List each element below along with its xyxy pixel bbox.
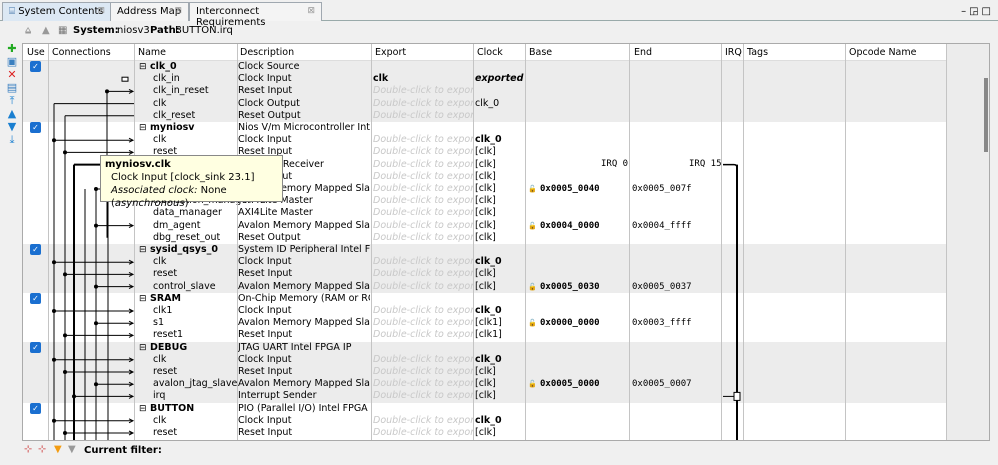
connection-dot [63,272,67,277]
clear-filter-icon[interactable]: ▼ [68,444,76,455]
tab-interconnect-requirements[interactable]: Interconnect Requirements ⊠ [189,2,322,28]
tooltip: myniosv.clk Clock Input [clock_sink 23.1… [100,155,283,209]
clock-port-icon [121,76,129,82]
remove-icon[interactable]: ✕ [4,68,20,81]
window-controls: –◲□ [961,6,994,17]
tab-address-map[interactable]: Address Map ⊠ [110,2,189,21]
move-up-icon[interactable]: ▲ [4,107,20,120]
connection-dot [94,321,98,326]
hide-signals-icon[interactable]: ⊹ [38,444,46,455]
irq-start-label: IRQ 0 [601,159,629,169]
move-down-icon[interactable]: ▼ [4,120,20,133]
connection-dot [94,284,98,289]
move-bottom-icon[interactable]: ⤓ [4,133,20,146]
connection-dot [63,370,67,374]
connection-dot [72,394,76,399]
close-tab-icon[interactable]: ⊠ [174,6,182,16]
irq-connection-marker [733,391,741,401]
connections-diagram[interactable] [23,44,947,441]
add-component-icon[interactable]: ▣ [4,55,20,68]
connection-dot [63,150,67,155]
show-signals-icon[interactable]: ⊹ [24,444,32,455]
connection-dot [105,89,109,94]
connection-line [723,163,738,168]
connection-dot [94,382,98,387]
detach-icon[interactable]: ◲ [969,6,981,17]
irq-end-label: IRQ 15 [689,159,722,169]
system-icon: ⌸ [9,6,15,17]
connection-dot [52,309,56,313]
connection-dot [94,187,98,191]
system-chip-icon: ▦ [58,25,68,36]
close-tab-icon[interactable]: ⊠ [307,6,315,16]
tab-bar: ⌸ System Contents ⊠ Address Map ⊠ Intercon… [0,0,998,28]
maximize-icon[interactable]: □ [982,6,994,17]
connection-dot [63,431,67,435]
move-top-icon[interactable]: ⤒ [4,94,20,107]
vertical-scrollbar[interactable] [984,78,988,152]
tab-system-contents[interactable]: ⌸ System Contents ⊠ [2,2,112,21]
up-icon[interactable]: ▲ [42,25,50,36]
edit-icon[interactable]: ▤ [4,81,20,94]
connection-dot [94,223,98,228]
connection-dot [52,357,56,362]
connection-dot [52,138,56,143]
add-icon[interactable]: ✚ [4,42,20,55]
minimize-icon[interactable]: – [961,6,969,17]
connection-dot [63,333,67,338]
close-tab-icon[interactable]: ⊠ [97,6,105,16]
collapse-all-icon[interactable]: ⩠ [25,25,31,36]
connection-dot [52,260,56,265]
connection-dot [52,418,56,423]
filter-icon[interactable]: ▼ [54,444,62,455]
system-contents-table: Use Connections Name Description Export … [22,43,990,441]
left-toolbar: ✚ ▣ ✕ ▤ ⤒ ▲ ▼ ⤓ [4,42,20,146]
